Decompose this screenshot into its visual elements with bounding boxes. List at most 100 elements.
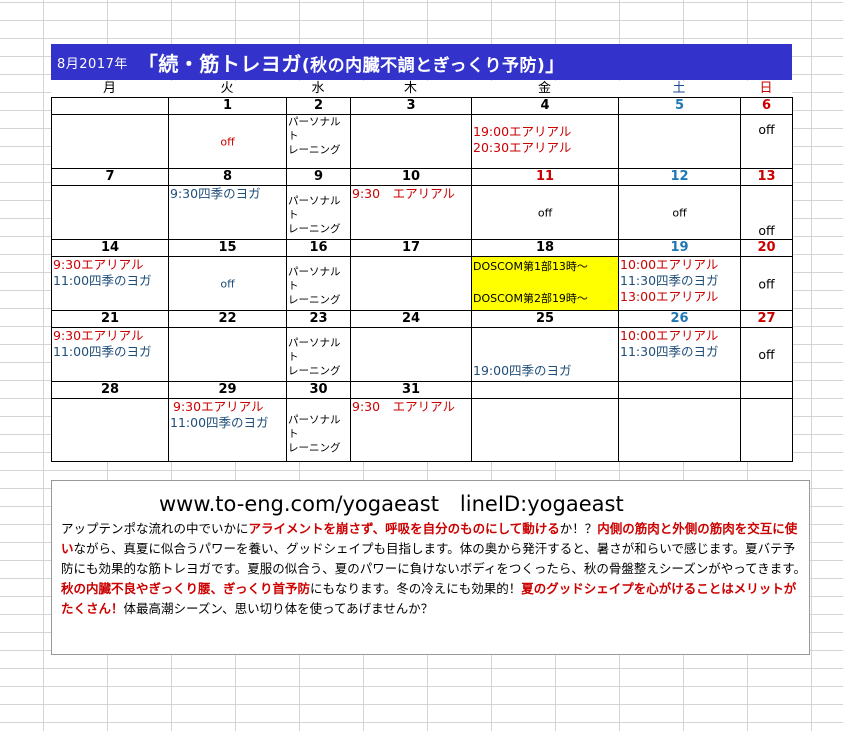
event-cell [471,398,619,462]
date-cell: 22 [168,310,287,328]
event-cell: 9:30四季のヨガ [168,185,287,240]
event-cell [350,114,472,169]
off-label: off [220,277,235,290]
event-item: 9:30エアリアル [53,328,144,343]
event-cell: パーソナルトレーニング [286,185,351,240]
date-cell: 18 [471,239,619,257]
month-label: 8月2017年 [57,56,128,72]
date-cell: 24 [350,310,472,328]
event-item: 13:00エアリアル [620,289,719,304]
event-item: 19:00エアリアル [473,124,572,139]
date-cell: 16 [286,239,351,257]
event-item: 10:00エアリアル [620,257,719,272]
date-cell: 30 [286,381,351,399]
course-title-sub: (秋の内臓不調とぎっくり予防) [301,55,546,76]
doscom-part1: DOSCOM第1部13時～ [473,260,588,273]
event-row-week2: 9:30四季のヨガ パーソナルトレーニング 9:30 エアリアル off off… [51,185,793,240]
weekday-thu: 木 [350,81,471,97]
date-cell: 19 [618,239,741,257]
event-cell [740,398,793,462]
course-title-prefix: 「続・筋トレヨガ [137,51,302,76]
event-item: 9:30エアリアル [173,399,264,414]
date-cell: 27 [740,310,793,328]
off-label: off [758,122,775,137]
event-cell [618,398,741,462]
off-label: off [672,206,687,219]
spreadsheet-sheet: 8月2017年 「続・筋トレヨガ(秋の内臓不調とぎっくり予防)」 月 火 水 木… [0,0,843,731]
event-cell: 19:00エアリアル 20:30エアリアル [471,114,619,169]
date-cell: 14 [51,239,169,257]
event-cell: 9:30エアリアル 11:00四季のヨガ [51,327,169,382]
date-cell: 11 [471,168,619,186]
date-cell: 31 [350,381,472,399]
event-list: 19:00エアリアル 20:30エアリアル [472,124,571,156]
weekday-sat: 土 [618,81,740,97]
date-cell: 4 [471,97,619,115]
event-cell: off [168,114,287,169]
date-cell: 10 [350,168,472,186]
event-item: 9:30 エアリアル [352,399,455,414]
calendar-title-bar: 8月2017年 「続・筋トレヨガ(秋の内臓不調とぎっくり予防)」 [51,44,792,80]
personal-training-label: パーソナルト レーニング [287,257,350,307]
event-cell: 9:30エアリアル 11:00四季のヨガ [168,398,287,462]
date-cell: 7 [51,168,169,186]
weekday-sun: 日 [740,81,792,97]
event-item: 9:30 エアリアル [352,186,455,201]
event-cell: 9:30エアリアル 11:00四季のヨガ [51,256,169,311]
personal-line: レーニング [288,442,341,454]
date-cell: 21 [51,310,169,328]
event-item: 9:30四季のヨガ [170,186,261,201]
event-cell: 9:30 エアリアル [350,398,472,462]
event-cell: パーソナルト レーニング [286,256,351,311]
personal-training-label: パーソナルトレーニング [287,399,350,455]
event-cell [51,398,169,462]
date-cell: 29 [168,381,287,399]
event-item: 11:30四季のヨガ [620,273,719,288]
date-cell: 1 [168,97,287,115]
date-cell: 2 [286,97,351,115]
weekday-wed: 水 [286,81,350,97]
event-cell: 19:00四季のヨガ [471,327,619,382]
personal-training-label: パーソナルト レーニング [287,115,350,157]
date-cell: 25 [471,310,619,328]
personal-line: レーニング [288,223,341,235]
date-cell: 9 [286,168,351,186]
date-row-week1: 1 2 3 4 5 6 [51,97,793,115]
personal-line: レーニング [288,144,341,156]
event-cell: パーソナルト レーニング [286,327,351,382]
event-cell [618,114,741,169]
date-cell [471,381,619,399]
date-cell: 15 [168,239,287,257]
event-cell: off [740,327,793,382]
personal-line: パーソナルト [288,266,341,292]
date-cell: 26 [618,310,741,328]
date-cell: 28 [51,381,169,399]
date-cell: 5 [618,97,741,115]
date-cell: 13 [740,168,793,186]
weekday-mon: 月 [51,81,168,97]
event-cell: off [740,185,793,240]
date-cell [618,381,741,399]
event-cell [51,185,169,240]
weekday-fri: 金 [471,81,618,97]
event-row-week4: 9:30エアリアル 11:00四季のヨガ パーソナルト レーニング 19:00四季の… [51,327,793,382]
personal-line: パーソナルト [288,195,341,221]
event-item: 20:30エアリアル [473,140,572,155]
description-text: アップテンポな流れの中でいかにアライメントを崩さず、呼吸を自分のものにして動ける… [61,519,806,619]
event-item: 11:00四季のヨガ [170,415,269,430]
date-cell: 6 [740,97,793,115]
event-item: 9:30エアリアル [53,257,144,272]
event-cell: off [740,256,793,311]
event-cell: パーソナルト レーニング [286,114,351,169]
event-cell: off [471,185,619,240]
event-item: 11:00四季のヨガ [53,344,152,359]
event-cell: 9:30 エアリアル [350,185,472,240]
date-cell: 3 [350,97,472,115]
event-item: 10:00エアリアル [620,328,719,343]
date-row-week3: 14 15 16 17 18 19 20 [51,239,793,257]
date-cell [51,97,169,115]
event-item: 19:00四季のヨガ [473,363,572,378]
personal-line: パーソナルト [288,414,341,440]
contact-line: www.to-eng.com/yogaeast lineID:yogaeast [159,492,624,516]
desc-text: にもなります。冬の冷えにも効果的！ [310,581,522,596]
